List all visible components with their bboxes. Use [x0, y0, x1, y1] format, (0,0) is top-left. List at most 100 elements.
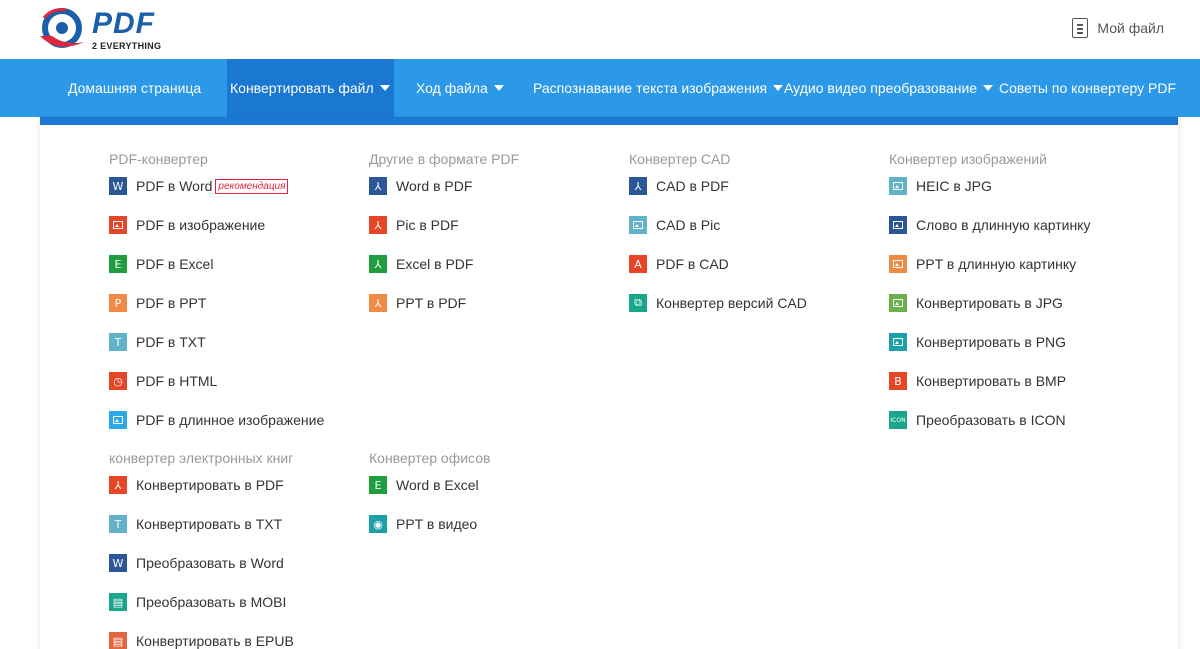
recommend-badge: рекомендация — [215, 178, 289, 194]
html-icon: ◷ — [109, 372, 127, 390]
menu-item-label: Word в Excel — [396, 477, 479, 493]
nav-file-progress-label: Ход файла — [416, 80, 488, 96]
txt-icon: T — [109, 515, 127, 533]
nav-tips-label: Советы по конвертеру PDF — [999, 80, 1177, 96]
heic-icon — [889, 177, 907, 195]
menu-item-cad-to-pdf[interactable]: ⅄ CAD в PDF — [629, 176, 729, 196]
menu-item-ppt-to-long-image[interactable]: PPT в длинную картинку — [889, 254, 1076, 274]
menu-item-convert-to-icon[interactable]: ICON Преобразовать в ICON — [889, 410, 1066, 430]
nav-audio-video[interactable]: Аудио видео преобразование — [784, 59, 994, 117]
word-long-image-icon — [889, 216, 907, 234]
menu-item-word-to-excel[interactable]: E Word в Excel — [369, 475, 479, 495]
jpg-icon — [889, 294, 907, 312]
menu-item-pdf-to-word[interactable]: W PDF в Word рекомендация — [109, 176, 289, 196]
menu-item-label: PPT в PDF — [396, 295, 467, 311]
menu-item-ebook-to-pdf[interactable]: ⅄ Конвертировать в PDF — [109, 475, 284, 495]
video-icon: ◉ — [369, 515, 387, 533]
menu-item-pdf-to-cad[interactable]: A PDF в CAD — [629, 254, 729, 274]
menu-item-label: CAD в PDF — [656, 178, 729, 194]
icon-icon: ICON — [889, 411, 907, 429]
menu-item-ppt-to-pdf[interactable]: ⅄ PPT в PDF — [369, 293, 466, 313]
menu-item-label: PPT в длинную картинку — [916, 256, 1077, 272]
nav-convert-file-label: Конвертировать файл — [230, 80, 374, 96]
chevron-down-icon — [773, 85, 784, 91]
group-title-other-to-pdf: Другие в формате PDF — [369, 151, 520, 167]
ppt-pdf-icon: ⅄ — [369, 294, 387, 312]
menu-item-label: PDF в CAD — [656, 256, 729, 272]
menu-item-label: Преобразовать в Word — [136, 555, 284, 571]
menu-item-ebook-to-txt[interactable]: T Конвертировать в TXT — [109, 514, 282, 534]
nav-ocr-label: Распознавание текста изображения — [533, 80, 768, 96]
nav-audio-video-label: Аудио видео преобразование — [784, 80, 978, 96]
bmp-icon: B — [889, 372, 907, 390]
menu-item-label: PDF в изображение — [136, 217, 266, 233]
menu-item-ebook-to-word[interactable]: W Преобразовать в Word — [109, 553, 284, 573]
logo[interactable]: PDF 2 EVERYTHING — [38, 6, 178, 54]
group-title-image-converter: Конвертер изображений — [889, 151, 1047, 167]
menu-item-label: PDF в Word — [136, 178, 213, 194]
group-title-office-converter: Конвертер офисов — [369, 450, 491, 466]
menu-item-pdf-to-image[interactable]: PDF в изображение — [109, 215, 265, 235]
file-list-icon — [1072, 18, 1089, 38]
nav-tips[interactable]: Советы по конвертеру PDF — [999, 59, 1176, 117]
menu-item-ebook-to-epub[interactable]: ▤ Конвертировать в EPUB — [109, 631, 294, 649]
menu-item-label: Конвертер версий CAD — [656, 295, 807, 311]
logo-mark-icon — [38, 6, 88, 54]
menu-item-label: Слово в длинную картинку — [916, 217, 1091, 233]
cad-pdf-icon: ⅄ — [629, 177, 647, 195]
menu-item-label: PDF в HTML — [136, 373, 218, 389]
pdf-icon: ⅄ — [109, 476, 127, 494]
menu-item-pdf-to-html[interactable]: ◷ PDF в HTML — [109, 371, 217, 391]
menu-item-label: Word в PDF — [396, 178, 473, 194]
image-icon — [109, 216, 127, 234]
menu-item-label: HEIC в JPG — [916, 178, 992, 194]
excel-icon: E — [109, 255, 127, 273]
epub-icon: ▤ — [109, 632, 127, 649]
menu-item-cad-to-pic[interactable]: CAD в Pic — [629, 215, 720, 235]
my-file-link[interactable]: Мой файл — [1072, 18, 1164, 38]
chevron-down-icon — [379, 85, 390, 91]
menu-item-label: Pic в PDF — [396, 217, 459, 233]
menu-item-ppt-to-video[interactable]: ◉ PPT в видео — [369, 514, 477, 534]
header: PDF 2 EVERYTHING Мой файл — [0, 0, 1200, 59]
word-pdf-icon: ⅄ — [369, 177, 387, 195]
menu-item-word-to-pdf[interactable]: ⅄ Word в PDF — [369, 176, 472, 196]
menu-item-label: Преобразовать в ICON — [916, 412, 1066, 428]
nav-file-progress[interactable]: Ход файла — [416, 59, 504, 117]
excel-pdf-icon: ⅄ — [369, 255, 387, 273]
chevron-down-icon — [493, 85, 504, 91]
chevron-down-icon — [983, 85, 994, 91]
logo-subtitle: 2 EVERYTHING — [92, 41, 162, 51]
menu-item-convert-to-bmp[interactable]: B Конвертировать в BMP — [889, 371, 1066, 391]
nav-home[interactable]: Домашняя страница — [68, 59, 201, 117]
convert-dropdown-panel: PDF-конвертер W PDF в Word рекомендация … — [40, 117, 1178, 649]
menu-item-label: Excel в PDF — [396, 256, 474, 272]
menu-item-heic-to-jpg[interactable]: HEIC в JPG — [889, 176, 992, 196]
cad-version-icon: ⧉ — [629, 294, 647, 312]
txt-icon: T — [109, 333, 127, 351]
menu-item-pdf-to-long-image[interactable]: PDF в длинное изображение — [109, 410, 324, 430]
menu-item-label: PPT в видео — [396, 516, 478, 532]
menu-item-ebook-to-mobi[interactable]: ▤ Преобразовать в MOBI — [109, 592, 286, 612]
menu-item-label: PDF в TXT — [136, 334, 206, 350]
menu-item-excel-to-pdf[interactable]: ⅄ Excel в PDF — [369, 254, 473, 274]
menu-item-cad-version[interactable]: ⧉ Конвертер версий CAD — [629, 293, 807, 313]
word-icon: W — [109, 177, 127, 195]
menu-item-label: Конвертировать в JPG — [916, 295, 1063, 311]
menu-item-convert-to-png[interactable]: Конвертировать в PNG — [889, 332, 1066, 352]
pic-pdf-icon: ⅄ — [369, 216, 387, 234]
menu-item-convert-to-jpg[interactable]: Конвертировать в JPG — [889, 293, 1063, 313]
my-file-label: Мой файл — [1097, 20, 1164, 36]
pdf-cad-icon: A — [629, 255, 647, 273]
nav-convert-file[interactable]: Конвертировать файл — [227, 59, 394, 117]
group-title-ebook-converter: конвертер электронных книг — [109, 450, 294, 466]
menu-item-pdf-to-txt[interactable]: T PDF в TXT — [109, 332, 206, 352]
menu-item-label: Конвертировать в PDF — [136, 477, 284, 493]
menu-item-pic-to-pdf[interactable]: ⅄ Pic в PDF — [369, 215, 459, 235]
nav-ocr[interactable]: Распознавание текста изображения — [533, 59, 784, 117]
cad-pic-icon — [629, 216, 647, 234]
long-image-icon — [109, 411, 127, 429]
menu-item-pdf-to-ppt[interactable]: P PDF в PPT — [109, 293, 206, 313]
menu-item-word-to-long-image[interactable]: Слово в длинную картинку — [889, 215, 1090, 235]
menu-item-pdf-to-excel[interactable]: E PDF в Excel — [109, 254, 213, 274]
